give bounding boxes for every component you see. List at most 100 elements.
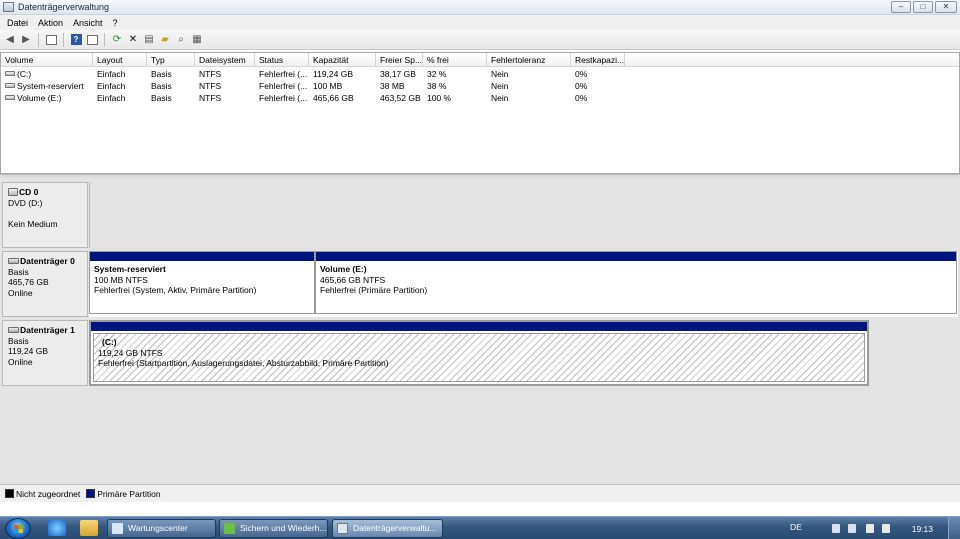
volume-properties-icon[interactable]: ▦ [190,33,204,47]
backup-icon [224,523,235,534]
delete-icon[interactable]: ✕ [126,33,140,47]
partition-info: Volume (E:) 465,66 GB NTFS Fehlerfrei (P… [316,261,956,296]
console-tree-icon[interactable] [44,33,58,47]
back-arrow-icon[interactable]: ◀ [3,33,17,47]
legend-bar: Nicht zugeordnet Primäre Partition [0,484,960,502]
disk-drive-letter: DVD (D:) [8,197,43,208]
taskbar-button-datentraegerverwaltung[interactable]: Datenträgerverwaltu... [332,519,443,538]
properties-list-icon[interactable] [85,33,99,47]
partition-size: 465,66 GB NTFS [320,274,386,285]
cell-fehlertoleranz: Nein [491,81,509,91]
cell-kapazitaet: 100 MB [313,81,343,91]
clock[interactable]: 19:13 [912,524,933,534]
column-volume[interactable]: Volume [1,53,93,67]
taskbar-button-label: Sichern und Wiederh... [240,523,327,533]
menu-datei[interactable]: Datei [2,18,33,28]
legend-item-primary: Primäre Partition [86,488,161,499]
maximize-button[interactable]: □ [913,1,933,13]
cell-layout: Einfach [97,81,126,91]
table-row[interactable]: (C:) Einfach Basis NTFS Fehlerfrei (... … [1,68,625,80]
minimize-button[interactable]: – [891,1,911,13]
cell-typ: Basis [151,93,172,103]
refresh-icon[interactable]: ⟳ [110,33,124,47]
network-icon[interactable] [866,524,874,533]
disk-type: Basis [8,266,29,277]
menu-aktion[interactable]: Aktion [33,18,68,28]
column-dateisystem[interactable]: Dateisystem [195,53,255,67]
window-title: Datenträgerverwaltung [18,2,110,12]
column-status[interactable]: Status [255,53,309,67]
column-layout[interactable]: Layout [93,53,147,67]
partition-system-reserviert[interactable]: System-reserviert 100 MB NTFS Fehlerfrei… [89,251,315,314]
taskbar-button-sichern[interactable]: Sichern und Wiederh... [219,519,328,538]
partition-status: Fehlerfrei (Startpartition, Auslagerungs… [98,358,389,368]
menu-bar: Datei Aktion Ansicht ? [0,15,960,30]
toolbar: ◀ ▶ ? ⟳ ✕ ▤ ▰ ⌕ ▦ [0,30,960,50]
cell-dateisystem: NTFS [199,93,222,103]
disk-name: CD 0 [19,187,39,197]
column-freier-speicher[interactable]: Freier Sp... [376,53,423,67]
disk-label-disk1[interactable]: Datenträger 1 Basis 119,24 GB Online [2,320,88,386]
battery-icon[interactable] [848,524,856,533]
cell-dateisystem: NTFS [199,69,222,79]
column-fehlertoleranz[interactable]: Fehlertoleranz [487,53,571,67]
column-restkapazitaet[interactable]: Restkapazi... [571,53,625,67]
explorer-folder-icon[interactable] [80,520,98,536]
hard-disk-icon [8,258,19,264]
volume-name: System-reserviert [17,81,84,91]
disk-area-cd0 [89,182,959,248]
column-typ[interactable]: Typ [147,53,195,67]
cd-drive-icon [8,188,18,196]
partition-status: Fehlerfrei (System, Aktiv, Primäre Parti… [94,285,257,295]
drive-icon [5,83,15,88]
partition-info: (C:) 119,24 GB NTFS Fehlerfrei (Startpar… [93,333,865,382]
taskbar: Wartungscenter Sichern und Wiederh... Da… [0,516,960,539]
partition-volume-e[interactable]: Volume (E:) 465,66 GB NTFS Fehlerfrei (P… [315,251,957,314]
show-desktop-button[interactable] [948,517,960,539]
volume-icon[interactable] [882,524,890,533]
disk-label-cd0[interactable]: CD 0 DVD (D:) Kein Medium [2,182,88,248]
cell-freier-speicher: 463,52 GB [380,93,421,103]
menu-ansicht[interactable]: Ansicht [68,18,108,28]
disk-name: Datenträger 0 [20,256,75,266]
window-controls: – □ ✕ [891,1,957,13]
action-center-icon[interactable] [832,524,840,533]
menu-help[interactable]: ? [108,18,123,28]
partition-size: 119,24 GB NTFS [98,347,163,358]
disk-size: 119,24 GB [8,346,49,356]
disk-label-disk0[interactable]: Datenträger 0 Basis 465,76 GB Online [2,251,88,317]
close-button[interactable]: ✕ [935,1,957,13]
cell-layout: Einfach [97,69,126,79]
volume-list-header: Volume Layout Typ Dateisystem Status Kap… [1,53,959,67]
properties-icon[interactable]: ▤ [142,33,156,47]
title-bar: Datenträgerverwaltung – □ ✕ [0,0,960,15]
explore-icon[interactable]: ⌕ [174,33,188,47]
cell-volume: (C:) [1,68,93,80]
open-icon[interactable]: ▰ [158,33,172,47]
cell-freier-speicher: 38,17 GB [380,69,416,79]
column-prozent-frei[interactable]: % frei [423,53,487,67]
language-indicator[interactable]: DE [790,522,802,532]
taskbar-button-label: Wartungscenter [128,523,188,533]
table-row[interactable]: Volume (E:) Einfach Basis NTFS Fehlerfre… [1,92,625,104]
cell-restkapazitaet: 0% [575,69,588,79]
taskbar-button-wartungscenter[interactable]: Wartungscenter [107,519,216,538]
cell-status: Fehlerfrei (... [259,81,308,91]
help-icon[interactable]: ? [69,33,83,47]
cell-fehlertoleranz: Nein [491,69,509,79]
partition-c[interactable]: (C:) 119,24 GB NTFS Fehlerfrei (Startpar… [91,322,867,384]
unallocated-swatch [5,488,14,498]
disk-spacer [8,208,82,219]
disk-area-disk1: (C:) 119,24 GB NTFS Fehlerfrei (Startpar… [89,320,869,386]
disk-state: Kein Medium [8,218,58,229]
drive-icon [5,95,15,100]
start-button[interactable] [5,518,31,539]
forward-arrow-icon[interactable]: ▶ [19,33,33,47]
cell-kapazitaet: 465,66 GB [313,93,354,103]
volume-name: (C:) [17,69,32,79]
table-row[interactable]: System-reserviert Einfach Basis NTFS Feh… [1,80,625,92]
internet-explorer-icon[interactable] [48,520,66,536]
primary-partition-bar [316,252,956,261]
column-kapazitaet[interactable]: Kapazität [309,53,376,67]
legend-label: Primäre Partition [97,488,161,499]
